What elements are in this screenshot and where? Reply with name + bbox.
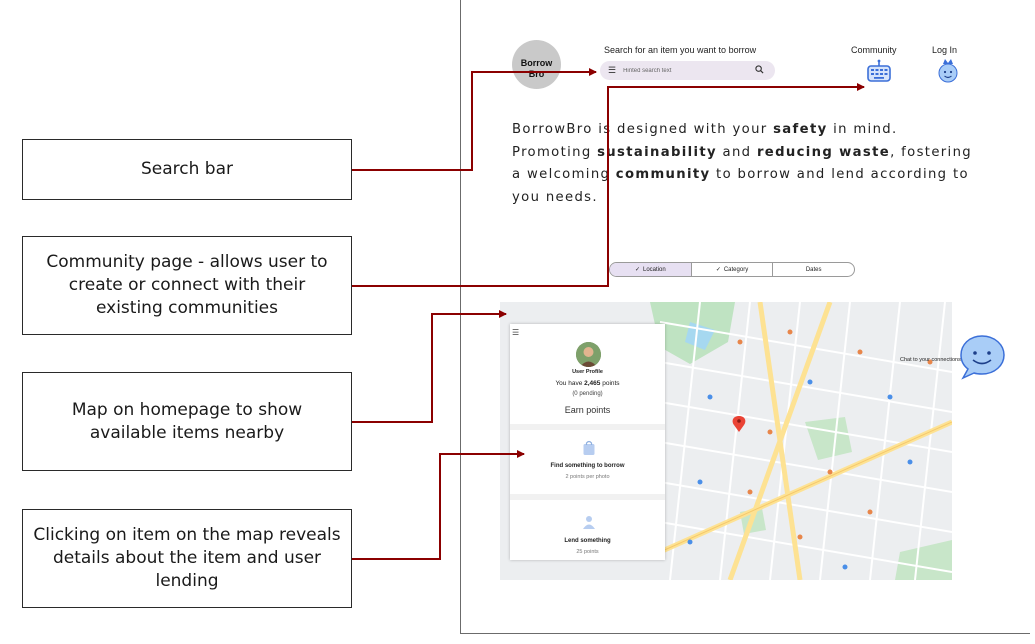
filter-chip-category[interactable]: ✓ Category: [692, 263, 774, 276]
divider: [510, 494, 665, 500]
callout-item-details-text: Clicking on item on the map reveals deta…: [33, 525, 341, 591]
earn-points-label: Earn points: [564, 405, 611, 415]
menu-icon[interactable]: ☰: [512, 328, 519, 337]
menu-icon[interactable]: ☰: [608, 66, 616, 75]
about-bold-reducing-waste: reducing waste: [756, 144, 891, 160]
about-text: BorrowBro is designed with your safety i…: [512, 119, 972, 209]
callout-map-text: Map on homepage to show available items …: [71, 399, 303, 443]
points-value: 2,465: [584, 380, 601, 387]
filter-chip-dates[interactable]: Dates: [773, 263, 854, 276]
bag-icon: [582, 440, 596, 461]
user-avatar: [576, 342, 601, 367]
logo[interactable]: Borrow Bro: [512, 40, 561, 89]
callout-search-bar-text: Search bar: [140, 159, 233, 180]
callout-community-page-text: Community page - allows user to create o…: [46, 252, 328, 318]
lend-title[interactable]: Lend something: [510, 538, 665, 544]
callout-community-page: Community page - allows user to create o…: [22, 236, 352, 335]
about-part-3: and: [717, 144, 757, 160]
chat-label: Chat to your connections: [900, 357, 961, 363]
check-icon: ✓: [715, 267, 721, 273]
callout-item-details: Clicking on item on the map reveals deta…: [22, 509, 352, 608]
user-profile-title: User Profile: [572, 369, 603, 375]
filter-chip-location[interactable]: ✓ Location: [610, 263, 692, 276]
filter-chip-label: Dates: [805, 266, 822, 273]
divider: [510, 424, 665, 430]
find-borrow-title[interactable]: Find something to borrow: [510, 463, 665, 469]
nav-community-label[interactable]: Community: [851, 45, 897, 55]
search-icon[interactable]: [755, 65, 764, 76]
search-bar[interactable]: ☰: [600, 61, 775, 80]
search-label: Search for an item you want to borrow: [604, 45, 757, 55]
person-icon: [582, 515, 596, 534]
community-icon[interactable]: [866, 59, 892, 88]
about-bold-sustainability: sustainability: [597, 144, 717, 160]
logo-line-2: Bro: [528, 69, 545, 79]
points-suffix: points: [600, 380, 620, 387]
callout-map: Map on homepage to show available items …: [22, 372, 352, 471]
find-borrow-sub: 2 points per photo: [565, 474, 610, 480]
about-bold-safety: safety: [773, 122, 828, 137]
filter-chip-label: Category: [723, 266, 749, 273]
logo-line-1: Borrow: [520, 58, 553, 69]
about-part-1: BorrowBro is designed with your: [512, 122, 774, 137]
about-bold-community: community: [615, 167, 711, 182]
lend-sub: 25 points: [576, 549, 599, 555]
callout-search-bar: Search bar: [22, 139, 352, 200]
pending-points: (0 pending): [572, 391, 603, 397]
filter-chips: ✓ Location ✓ Category Dates: [609, 262, 855, 277]
points-prefix: You have: [555, 380, 585, 387]
check-icon: ✓: [634, 267, 640, 273]
filter-chip-label: Location: [643, 266, 666, 273]
nav-login-label[interactable]: Log In: [932, 45, 957, 55]
search-input[interactable]: [623, 67, 749, 74]
chat-bubble-icon[interactable]: [956, 333, 1008, 386]
login-avatar-icon[interactable]: [936, 58, 960, 89]
user-points: You have 2,465 points: [510, 380, 665, 387]
